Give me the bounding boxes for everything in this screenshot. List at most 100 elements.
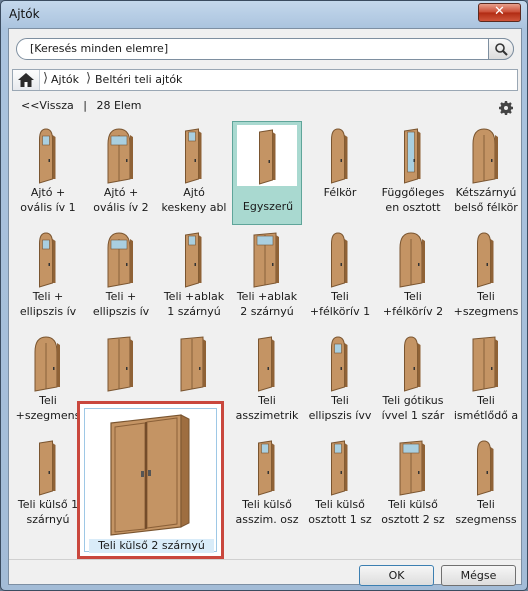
catalog-item[interactable]: Teli +szegmens [13, 329, 83, 433]
door-glass-icon [331, 440, 348, 496]
catalog-item[interactable]: Teli szegmenss [451, 433, 521, 537]
ok-button[interactable]: OK [359, 565, 434, 586]
back-link[interactable]: <<Vissza [21, 99, 74, 112]
search-button[interactable] [488, 38, 514, 60]
breadcrumb-item-current[interactable]: Beltéri teli ajtók [95, 73, 182, 86]
toolbar: <<Vissza | 28 Elem [21, 99, 147, 112]
door-plain-ext-icon [39, 440, 56, 496]
catalog-item-label-line2: szárnyú [26, 513, 70, 526]
catalog-item-label: Teli +félkörív 2 [378, 289, 448, 319]
catalog-item[interactable]: Teli gótikus ívvel 1 szár [378, 329, 448, 433]
catalog-item-label: Teli + ellipszis ív [86, 289, 156, 319]
catalog-item-label-line2: osztott 2 sz [381, 513, 445, 526]
catalog-item[interactable]: Teli asszimetrik [232, 329, 302, 433]
search-input[interactable]: [Keresés minden elemre] [30, 42, 168, 55]
catalog-item[interactable]: Teli külső osztott 2 sz [378, 433, 448, 537]
catalog-item[interactable]: Teli +ablak 2 szárnyú [232, 225, 302, 329]
catalog-item-label-line2: ovális ív 1 [20, 201, 76, 214]
catalog-item[interactable]: Teli + ellipszis ív [13, 225, 83, 329]
catalog-item-label-line2: szegmenss [455, 513, 517, 526]
catalog-item-label-line1: Ajtó [183, 186, 205, 199]
cancel-button[interactable]: Mégse [441, 565, 516, 586]
home-button[interactable] [13, 70, 40, 90]
breadcrumb-item-ajtok[interactable]: Ajtók [51, 73, 79, 86]
catalog-item-label-line1: Teli [258, 394, 276, 407]
catalog-item-label: Teli +ablak 2 szárnyú [232, 289, 302, 319]
catalog-item-label: Teli asszimetrik [232, 393, 302, 423]
door-glass-double-icon [399, 440, 425, 496]
catalog-item-label-line2: +szegmens [453, 305, 519, 318]
catalog-item[interactable]: Teli +ablak 1 szárnyú [159, 225, 229, 329]
catalog-item-label-line1: Teli [404, 290, 422, 303]
catalog-item-label: Teli külső osztott 2 sz [378, 497, 448, 527]
catalog-item[interactable]: Függőleges en osztott [378, 121, 448, 225]
catalog-item-label: Függőleges en osztott [378, 185, 448, 215]
catalog-item-label: Teli ismétlődő a [451, 393, 521, 423]
catalog-item-label: Ajtó + ovális ív 1 [13, 185, 83, 215]
door-double-icon [107, 336, 133, 392]
catalog-item[interactable]: Teli külső 1 szárnyú [13, 433, 83, 537]
door-segment-top-icon [477, 232, 494, 288]
door-ellipse-icon [331, 336, 348, 392]
catalog-item-label-line1: Teli +ablak [163, 290, 225, 303]
breadcrumb: ⟩ Ajtók ⟩ Beltéri teli ajtók [12, 69, 518, 91]
door-ellipse-top-icon [39, 232, 56, 288]
catalog-item-label-line1: Teli +ablak [236, 290, 298, 303]
door-oval-arch-icon [39, 128, 56, 184]
catalog-item[interactable]: Teli ismétlődő a [451, 329, 521, 433]
catalog-item-label-line1: Félkör [323, 186, 357, 199]
catalog-item-label-line1: Kétszárnyú [455, 186, 517, 199]
catalog-item[interactable]: Félkör [305, 121, 375, 225]
door-asym-icon [258, 336, 275, 392]
catalog-item[interactable]: Ajtó + ovális ív 1 [13, 121, 83, 225]
gear-icon[interactable] [499, 101, 513, 115]
catalog-item-label-line2: ismétlődő a [453, 409, 519, 422]
catalog-item-label: Félkör [305, 185, 375, 200]
door-oval-arch-double-icon [107, 128, 133, 184]
catalog-item-label: Kétszárnyú belső félkör [451, 185, 521, 215]
catalog-item[interactable]: Teli +félkörív 2 [378, 225, 448, 329]
catalog-item-label: Teli + ellipszis ív [13, 289, 83, 319]
catalog-item-label-line1: Függőleges [381, 186, 445, 199]
catalog-item[interactable]: Teli külső asszim. osz [232, 433, 302, 537]
catalog-item-label-line2: keskeny abl [161, 201, 227, 214]
door-semicircle-icon [331, 128, 348, 184]
hover-preview-frame: Teli külső 2 szárnyú [84, 408, 217, 553]
catalog-item-label-line1: Ajtó + [30, 186, 66, 199]
breadcrumb-separator-icon: ⟩ [86, 71, 92, 86]
catalog-item-label: Teli ellipszis ívv [305, 393, 375, 423]
catalog-item[interactable]: Ajtó + ovális ív 2 [86, 121, 156, 225]
door-window-top-icon [185, 232, 202, 288]
catalog-item[interactable]: Teli ellipszis ívv [305, 329, 375, 433]
door-plain-icon [237, 125, 297, 186]
catalog-item[interactable]: Teli külső osztott 1 sz [305, 433, 375, 537]
hover-preview[interactable]: Teli külső 2 szárnyú [77, 401, 224, 559]
catalog-item[interactable]: Kétszárnyú belső félkör [451, 121, 521, 225]
close-button[interactable]: ✕ [478, 3, 521, 22]
search-field[interactable]: [Keresés minden elemre] [16, 38, 514, 60]
home-icon [18, 73, 34, 87]
door-arch-top-icon [331, 232, 348, 288]
door-narrow-window-icon [185, 128, 202, 184]
catalog-item-label-line2: ellipszis ív [92, 305, 150, 318]
catalog-item-label-line1: Teli [331, 290, 349, 303]
catalog-item-label-line2: belső félkör [454, 201, 518, 214]
catalog-item-label-line1: Teli gótikus [382, 394, 444, 407]
catalog-item-label-line2: ívvel 1 szár [381, 409, 445, 422]
catalog-item[interactable]: Teli +félkörív 1 [305, 225, 375, 329]
door-asym-glass-icon [258, 440, 275, 496]
catalog-item[interactable]: Teli +szegmens [451, 225, 521, 329]
catalog-item-label: Teli szegmenss [451, 497, 521, 527]
door-vertical-split-icon [404, 128, 421, 184]
catalog-item-label-line1: Teli [39, 394, 57, 407]
door-double-arch-icon [472, 128, 498, 184]
catalog-item[interactable]: Ajtó keskeny abl [159, 121, 229, 225]
window-title: Ajtók [9, 7, 40, 21]
catalog-item-label-line2: asszim. osz [235, 513, 299, 526]
breadcrumb-separator-icon: ⟩ [43, 71, 49, 86]
catalog-item[interactable]: Teli + ellipszis ív [86, 225, 156, 329]
dialog-footer: OK Mégse [9, 559, 521, 586]
catalog-item-label: Ajtó + ovális ív 2 [86, 185, 156, 215]
catalog-item-label-line1: Teli külső 1 [17, 498, 79, 511]
catalog-item[interactable]: Egyszerű [232, 121, 302, 225]
